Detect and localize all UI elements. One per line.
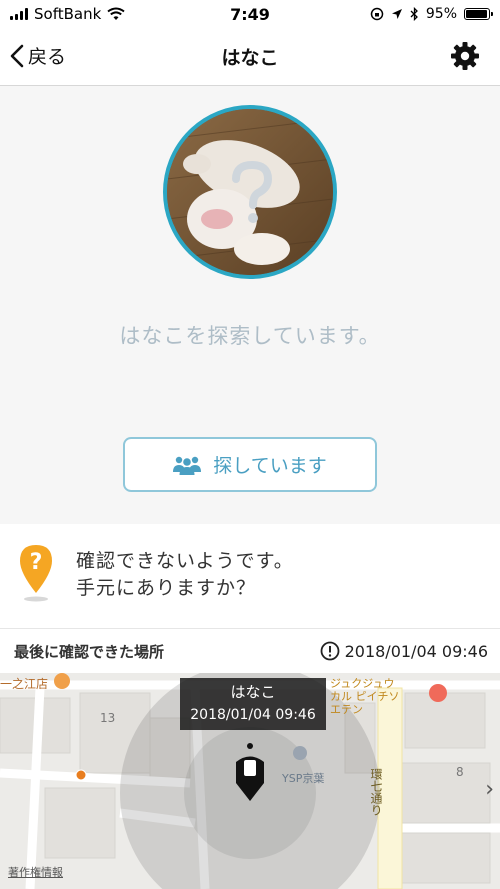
notice-line-1: 確認できないようです。	[76, 550, 294, 572]
wifi-icon	[107, 7, 125, 20]
question-pin-icon: ?	[20, 545, 52, 602]
question-mark-icon	[232, 161, 273, 223]
last-seen-row: 最後に確認できた場所 2018/01/04 09:46	[0, 628, 500, 673]
status-time: 7:49	[230, 4, 270, 24]
map-popup-name: はなこ	[230, 683, 276, 701]
last-seen-time: 2018/01/04 09:46	[320, 641, 488, 661]
page-title: はなこ	[221, 47, 279, 69]
map-label-ysp: YSP京葉	[282, 772, 325, 785]
svg-text:?: ?	[30, 550, 43, 575]
map-label-store: 一之江店	[0, 677, 49, 691]
searching-button[interactable]: 探しています	[123, 437, 377, 492]
carrier-label: SoftBank	[34, 5, 102, 23]
last-seen-timestamp: 2018/01/04 09:46	[344, 641, 488, 661]
status-left: SoftBank	[10, 5, 180, 23]
pet-avatar	[163, 105, 337, 279]
bluetooth-icon	[410, 7, 418, 21]
people-icon	[173, 456, 202, 475]
notice-line-2: 手元にありますか？	[76, 577, 257, 599]
rotation-lock-icon	[370, 7, 384, 21]
copyright-link[interactable]: 著作権情報	[8, 864, 63, 880]
map-label-street: 環七通り	[369, 768, 383, 816]
location-map[interactable]: 一之江店 13 ジュクジュウカル ピイチソエテン YSP京葉 環七通り 8 はな…	[0, 673, 500, 889]
battery-percent: 95%	[425, 6, 457, 22]
map-label-block-13: 13	[100, 711, 116, 725]
back-label: 戻る	[28, 46, 67, 68]
map-popup-time: 2018/01/04 09:46	[190, 707, 316, 723]
map-location-popup: はなこ 2018/01/04 09:46	[180, 678, 326, 730]
status-right: 95%	[320, 6, 493, 22]
gear-icon[interactable]	[450, 41, 480, 71]
searching-button-label: 探しています	[213, 455, 327, 477]
map-label-block-8: 8	[456, 765, 464, 779]
chevron-right-icon[interactable]: ›	[485, 777, 494, 802]
chevron-left-icon	[10, 44, 24, 67]
map-label-building: ジュクジュウカル ピイチソエテン	[330, 677, 400, 716]
profile-area: はなこを探索しています。 探しています	[0, 87, 500, 524]
notice-text: 確認できないようです。 手元にありますか？	[76, 548, 294, 602]
status-bar: SoftBank 7:49 95%	[0, 0, 500, 28]
alert-circle-icon	[320, 641, 339, 661]
navigation-bar: 戻る はなこ	[0, 28, 500, 86]
back-button[interactable]: 戻る	[10, 42, 66, 69]
last-seen-label: 最後に確認できた場所	[14, 642, 165, 661]
location-icon	[391, 9, 402, 19]
signal-icon	[10, 8, 28, 20]
notice-panel: ? 確認できないようです。 手元にありますか？	[0, 524, 500, 628]
searching-message: はなこを探索しています。	[119, 324, 381, 348]
battery-icon	[464, 8, 493, 20]
